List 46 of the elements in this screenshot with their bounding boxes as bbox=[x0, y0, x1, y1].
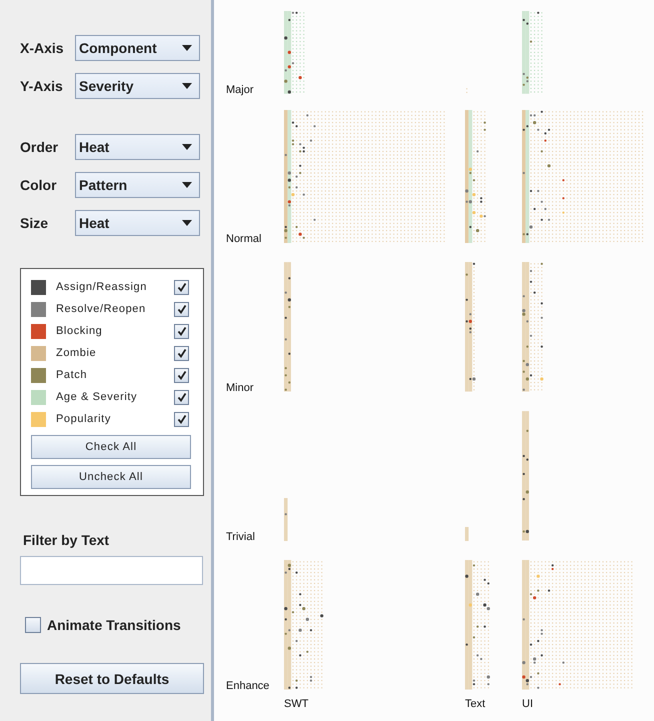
caret-icon bbox=[182, 144, 192, 150]
reset-button[interactable]: Reset to Defaults bbox=[20, 663, 204, 694]
field-label: Size bbox=[20, 215, 50, 231]
checkbox[interactable] bbox=[174, 390, 189, 404]
legend-label: Popularity bbox=[56, 413, 112, 425]
row-label: Major bbox=[226, 84, 254, 96]
checkbox[interactable] bbox=[174, 302, 189, 316]
field-label: Order bbox=[20, 139, 60, 155]
legend-label: Age & Severity bbox=[56, 391, 138, 403]
field-label: X-Axis bbox=[20, 40, 65, 56]
legend-button[interactable]: Uncheck All bbox=[31, 465, 191, 489]
row-label: Trivial bbox=[226, 531, 255, 543]
checkbox[interactable] bbox=[174, 280, 189, 294]
caret-icon bbox=[182, 83, 192, 89]
dropdown[interactable]: Heat bbox=[75, 210, 200, 236]
checkbox-label: Animate Transitions bbox=[47, 617, 181, 633]
dot-matrix-drawing bbox=[465, 526, 469, 541]
caret-icon bbox=[182, 45, 192, 51]
caret-icon bbox=[182, 220, 192, 226]
legend-label: Assign/Reassign bbox=[56, 281, 148, 293]
field-label: Color bbox=[20, 177, 58, 193]
dropdown[interactable]: Severity bbox=[75, 73, 200, 99]
column-label: UI bbox=[522, 698, 533, 710]
dot-matrix-drawing bbox=[284, 498, 288, 541]
dropdown[interactable]: Heat bbox=[75, 134, 200, 160]
legend-label: Patch bbox=[56, 369, 88, 381]
legend-button[interactable]: Check All bbox=[31, 435, 191, 459]
checkbox[interactable] bbox=[174, 368, 189, 382]
legend-label: Blocking bbox=[56, 325, 104, 337]
dropdown[interactable]: Pattern bbox=[75, 172, 200, 198]
checkbox[interactable] bbox=[174, 412, 189, 426]
caret-icon bbox=[182, 182, 192, 188]
column-label: SWT bbox=[284, 698, 308, 710]
row-label: Enhance bbox=[226, 680, 270, 692]
checkbox[interactable] bbox=[174, 346, 189, 360]
checkbox[interactable] bbox=[25, 617, 41, 633]
legend-label: Zombie bbox=[56, 347, 98, 359]
column-label: Text bbox=[465, 698, 486, 710]
filter-label: Filter by Text bbox=[22, 532, 110, 548]
legend-label: Resolve/Reopen bbox=[56, 303, 147, 315]
dropdown[interactable]: Component bbox=[75, 35, 200, 61]
field-label: Y-Axis bbox=[20, 78, 64, 94]
row-label: Normal bbox=[226, 233, 262, 245]
row-label: Minor bbox=[226, 382, 254, 394]
checkbox[interactable] bbox=[174, 324, 189, 338]
filter-field[interactable] bbox=[20, 556, 203, 585]
